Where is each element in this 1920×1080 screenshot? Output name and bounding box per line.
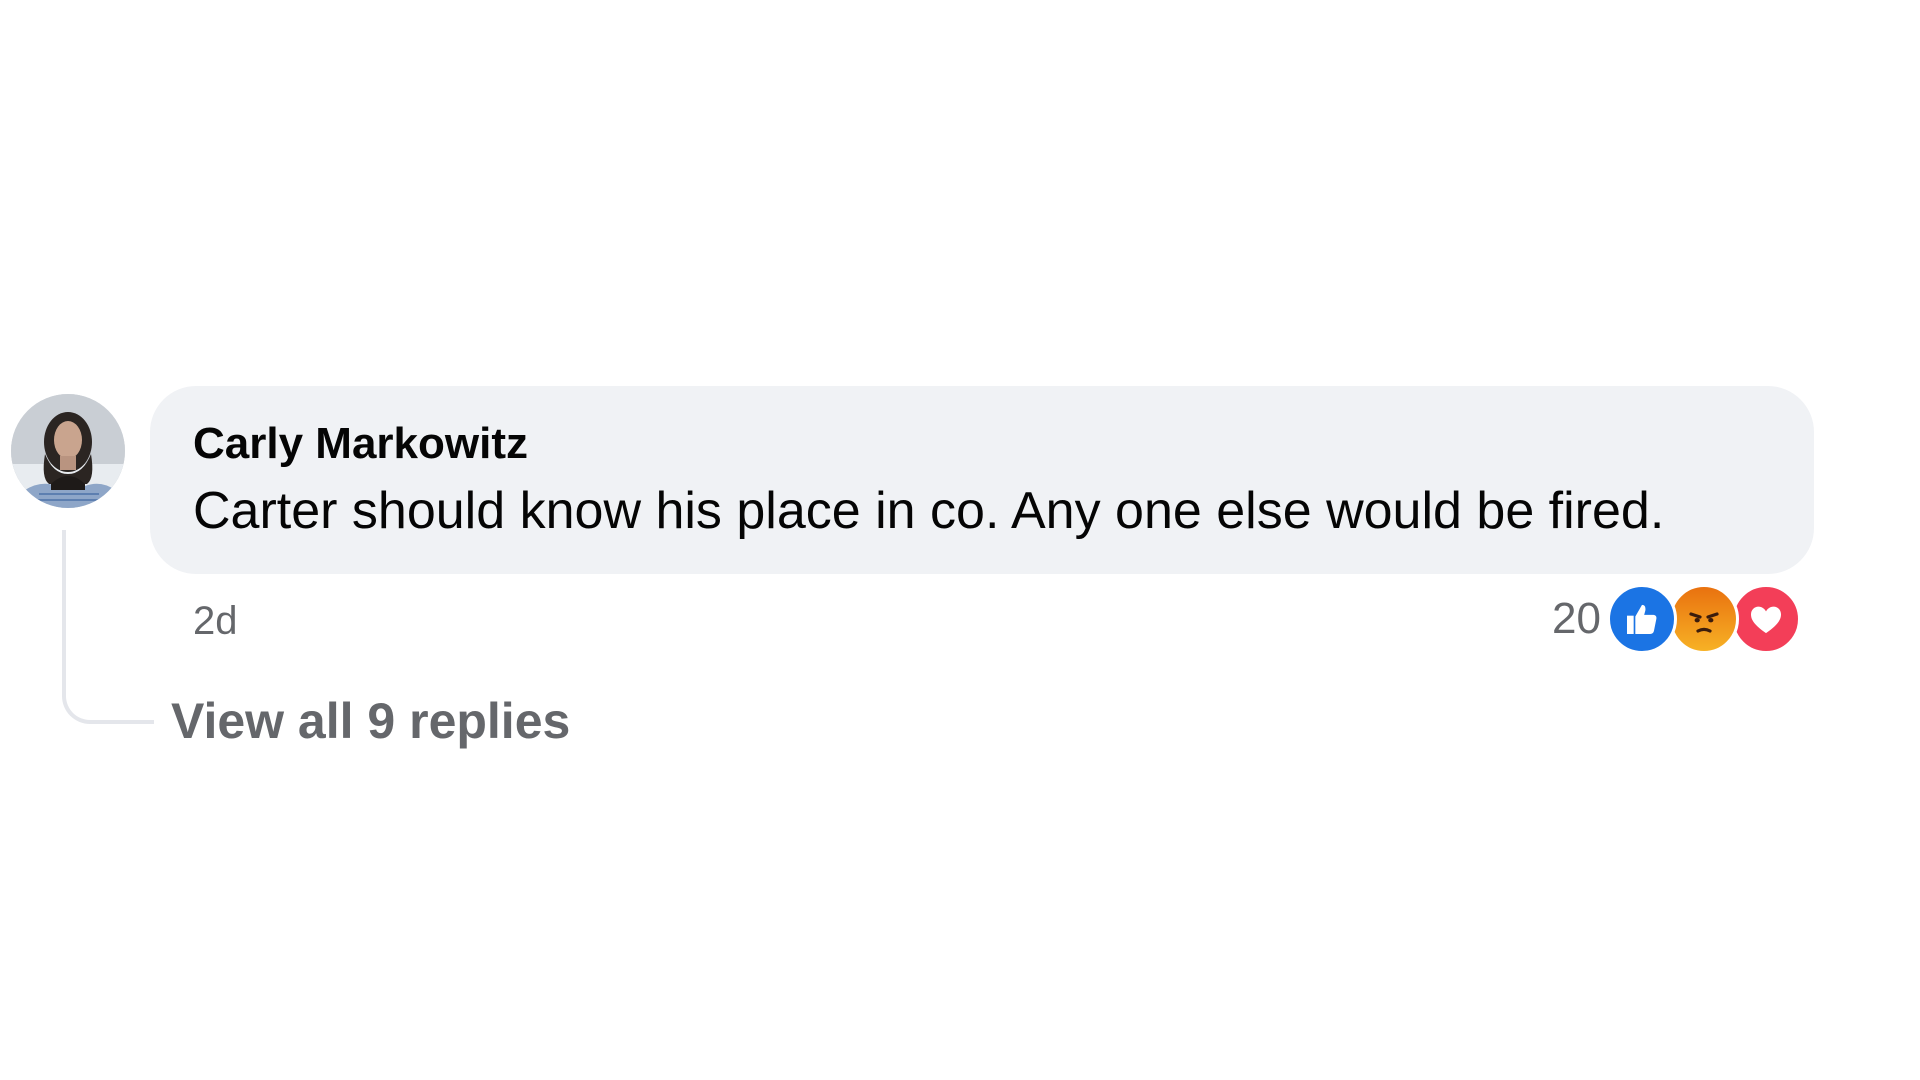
comment-author[interactable]: Carly Markowitz bbox=[193, 418, 528, 470]
view-replies-link[interactable]: View all 9 replies bbox=[171, 692, 570, 750]
comment-text: Carter should know his place in co. Any … bbox=[193, 482, 1665, 540]
love-icon bbox=[1730, 584, 1801, 654]
page: Carly Markowitz Carter should know his p… bbox=[0, 0, 1920, 1080]
avatar[interactable] bbox=[11, 394, 125, 508]
reaction-count: 20 bbox=[1552, 594, 1601, 643]
comment: Carly Markowitz Carter should know his p… bbox=[0, 0, 1920, 1080]
comment-timestamp[interactable]: 2d bbox=[193, 597, 238, 645]
like-icon bbox=[1606, 584, 1677, 654]
angry-icon bbox=[1668, 584, 1739, 654]
reactions-summary[interactable]: 20 bbox=[1552, 584, 1801, 654]
reaction-icons bbox=[1606, 584, 1801, 654]
profile-photo-icon bbox=[11, 394, 125, 508]
reply-thread-line bbox=[62, 530, 154, 724]
